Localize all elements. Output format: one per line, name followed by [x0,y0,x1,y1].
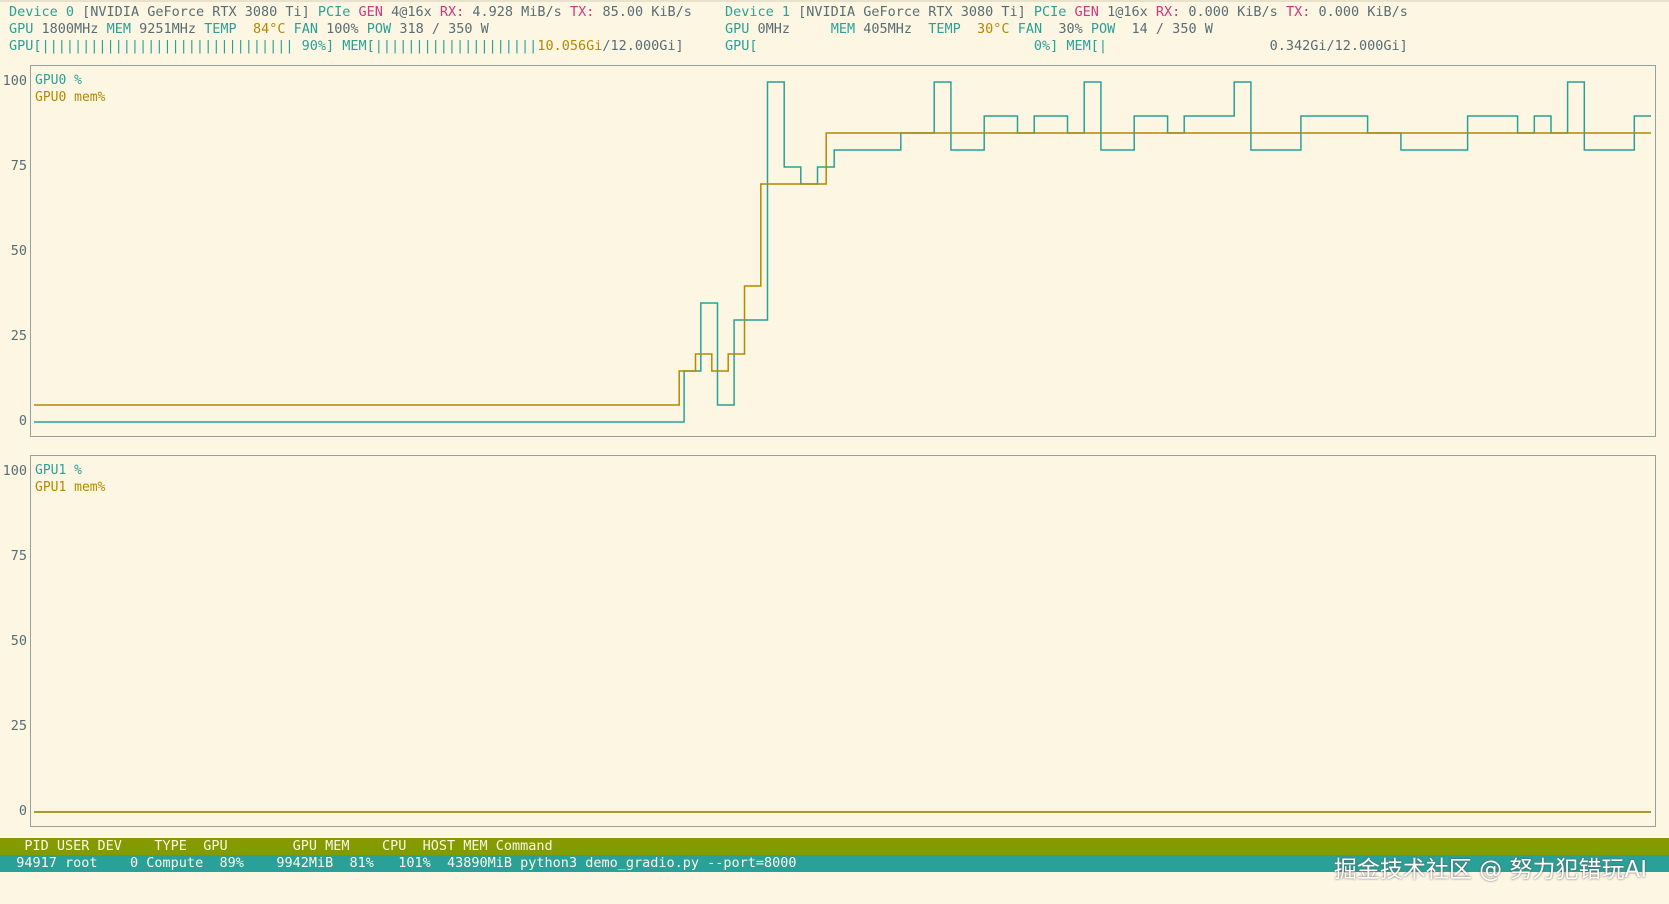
gpu0-series-mem-line [34,132,1651,406]
watermark: 掘金技术社区 @ 努力犯错玩AI [1333,857,1647,883]
gpu-plots [34,81,1651,813]
